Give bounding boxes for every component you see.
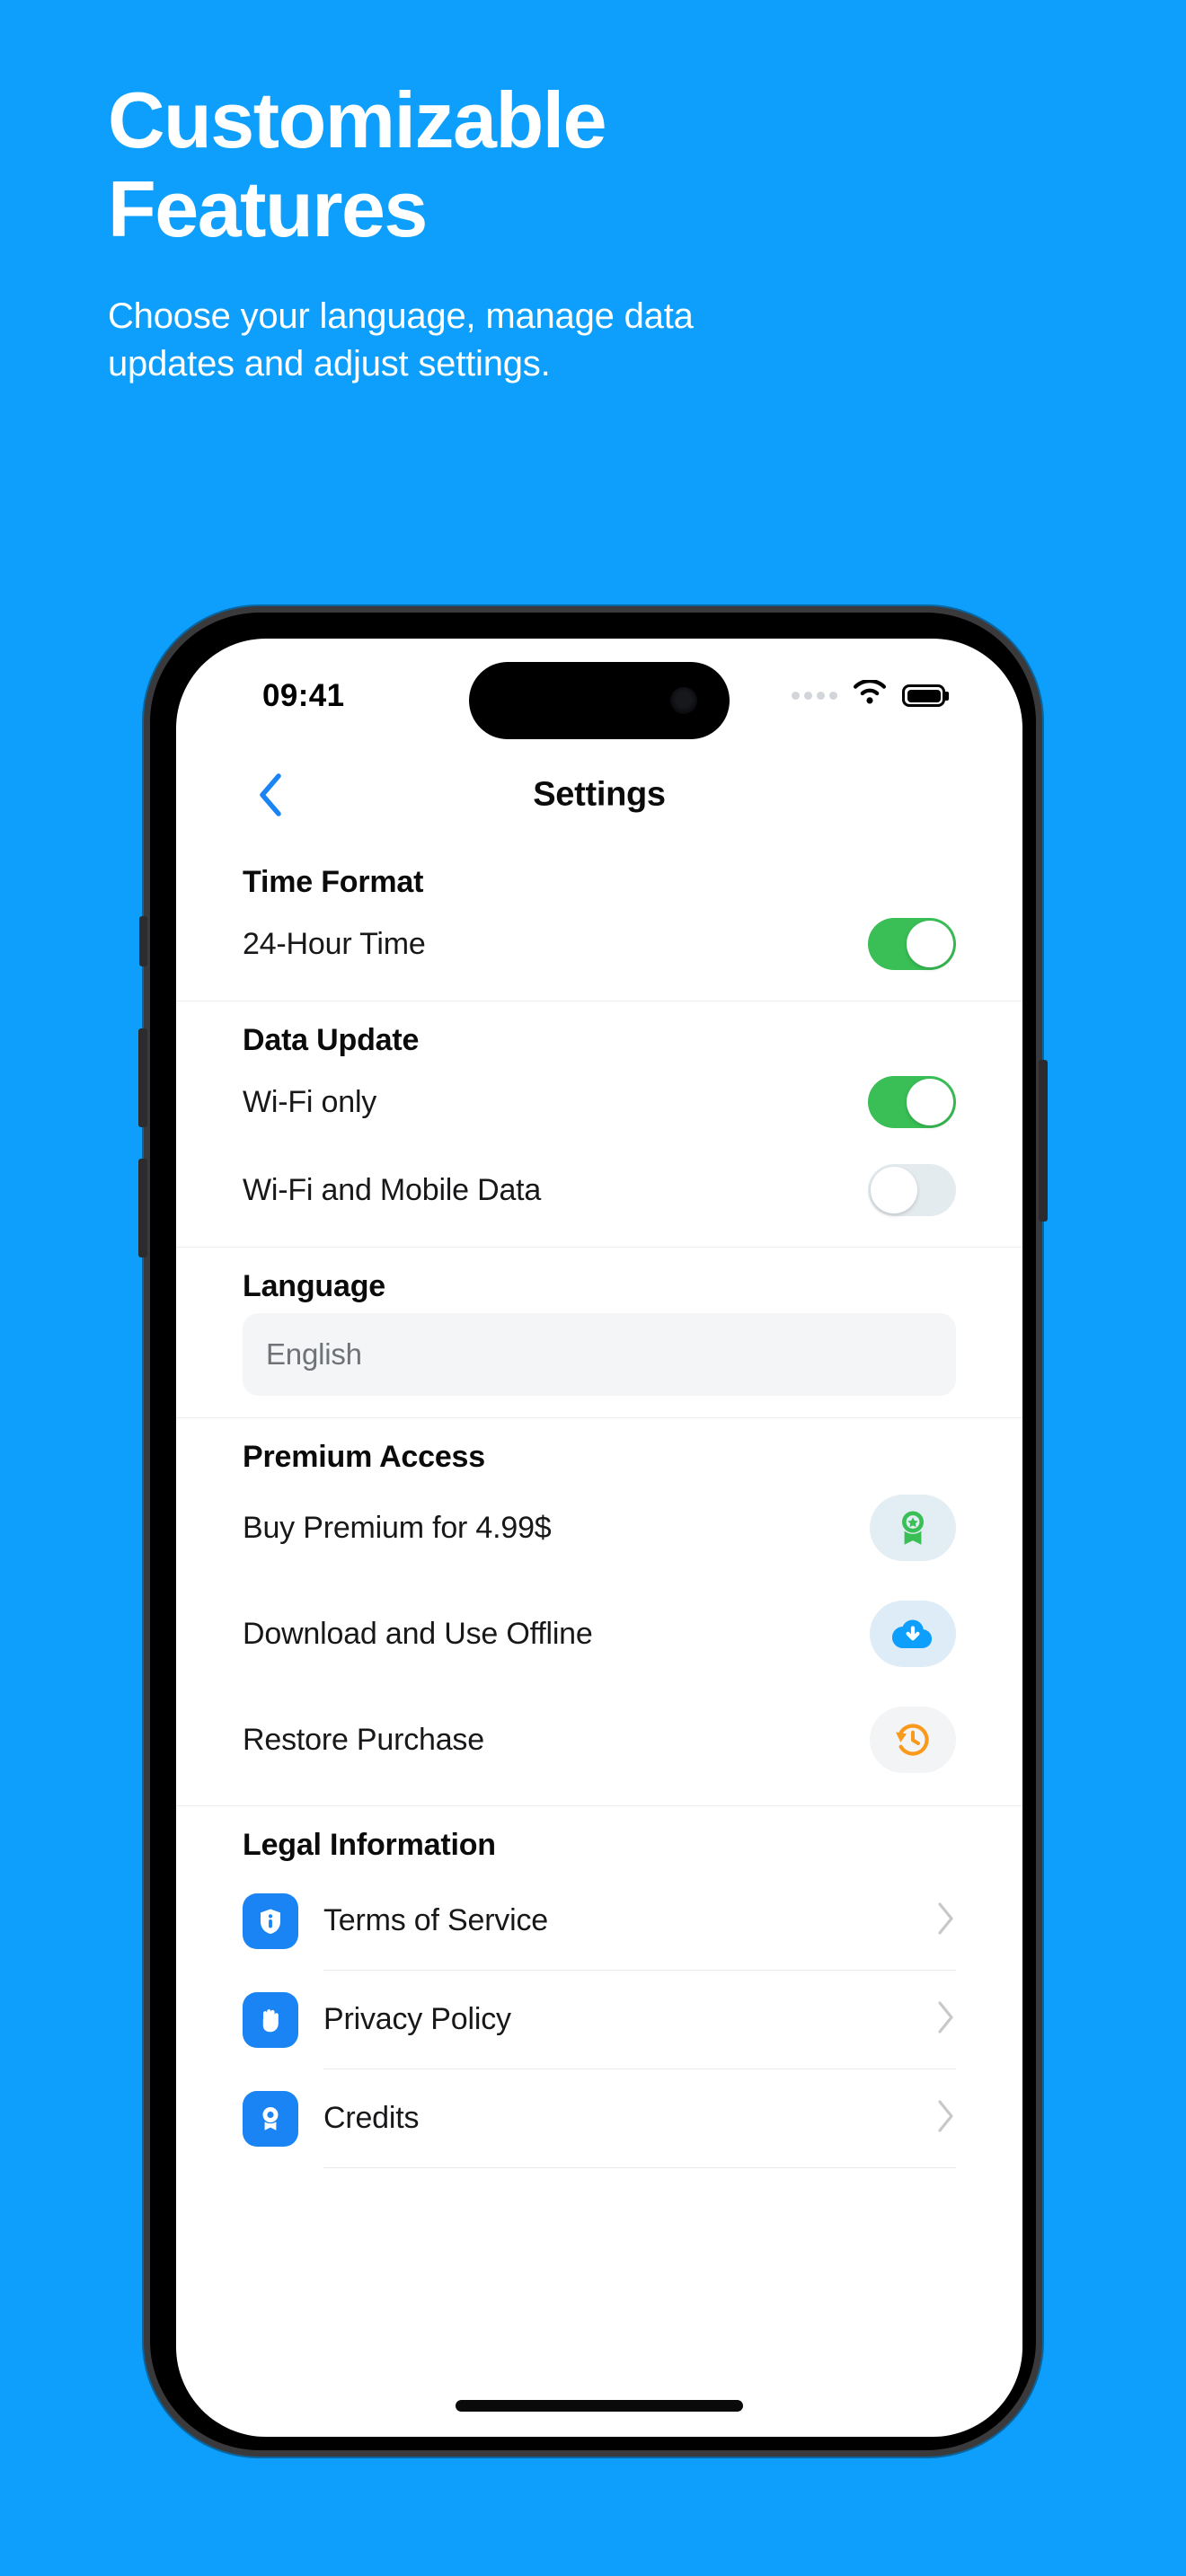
award-ribbon-icon — [243, 2091, 298, 2147]
silent-switch-button[interactable] — [139, 916, 147, 966]
toggle-knob — [907, 921, 953, 967]
language-value: English — [266, 1337, 362, 1371]
section-title: Data Update — [243, 1023, 420, 1057]
volume-down-button[interactable] — [138, 1159, 147, 1257]
toggle-24-hour-time[interactable] — [868, 918, 956, 970]
medal-star-icon — [902, 1511, 924, 1545]
download-offline-button[interactable] — [870, 1601, 956, 1667]
row-restore-purchase[interactable]: Restore Purchase — [176, 1687, 1022, 1793]
page-title: Customizable Features — [108, 75, 607, 253]
section-title: Premium Access — [243, 1440, 485, 1474]
legal-row-body: Terms of Service — [323, 1872, 956, 1971]
settings-list: Time Format 24-Hour Time Data Update Wi-… — [176, 843, 1022, 2181]
row-credits[interactable]: Credits — [176, 2069, 1022, 2168]
row-label: 24-Hour Time — [243, 926, 426, 961]
row-wifi-only[interactable]: Wi-Fi only — [176, 1058, 1022, 1146]
phone-bezel: 09:41 Settings Time Format 24-Hour Time … — [150, 613, 1036, 2450]
cloud-download-icon — [892, 1619, 933, 1649]
legal-label: Privacy Policy — [323, 2002, 511, 2036]
hand-stop-icon — [243, 1992, 298, 2048]
legal-row-body: Credits — [323, 2069, 956, 2168]
section-legal-information: Legal Information Terms of Service Priva… — [176, 1806, 1022, 2181]
nav-title: Settings — [533, 775, 666, 814]
signal-dots-icon — [792, 692, 837, 700]
row-terms-of-service[interactable]: Terms of Service — [176, 1872, 1022, 1971]
row-buy-premium[interactable]: Buy Premium for 4.99$ — [176, 1475, 1022, 1581]
clock-restore-icon — [896, 1724, 929, 1756]
status-bar-time: 09:41 — [262, 678, 345, 713]
phone-frame: 09:41 Settings Time Format 24-Hour Time … — [138, 606, 1048, 2457]
row-privacy-policy[interactable]: Privacy Policy — [176, 1971, 1022, 2069]
toggle-knob — [871, 1167, 917, 1213]
row-label: Wi-Fi only — [243, 1084, 377, 1119]
phone-screen: 09:41 Settings Time Format 24-Hour Time … — [176, 639, 1022, 2437]
row-download-offline[interactable]: Download and Use Offline — [176, 1581, 1022, 1687]
front-camera-icon — [670, 687, 697, 714]
buy-premium-button[interactable] — [870, 1495, 956, 1561]
shield-info-icon — [243, 1893, 298, 1949]
wifi-icon — [851, 678, 889, 711]
status-bar: 09:41 — [176, 639, 1022, 746]
section-language: Language English — [176, 1248, 1022, 1418]
volume-up-button[interactable] — [138, 1028, 147, 1127]
toggle-wifi-and-mobile-data[interactable] — [868, 1164, 956, 1216]
toggle-wifi-only[interactable] — [868, 1076, 956, 1128]
status-bar-indicators — [792, 678, 945, 711]
chevron-right-icon[interactable] — [936, 2099, 956, 2138]
row-label: Buy Premium for 4.99$ — [243, 1510, 552, 1545]
section-title: Legal Information — [243, 1828, 496, 1862]
toggle-knob — [907, 1079, 953, 1125]
restore-purchase-button[interactable] — [870, 1707, 956, 1773]
row-24-hour-time[interactable]: 24-Hour Time — [176, 900, 1022, 988]
phone-mockup: 09:41 Settings Time Format 24-Hour Time … — [138, 606, 1048, 2457]
legal-row-body: Privacy Policy — [323, 1971, 956, 2069]
chevron-right-icon[interactable] — [936, 1901, 956, 1940]
section-time-format: Time Format 24-Hour Time — [176, 843, 1022, 1001]
row-wifi-and-mobile-data[interactable]: Wi-Fi and Mobile Data — [176, 1146, 1022, 1234]
home-indicator[interactable] — [456, 2400, 743, 2412]
row-label: Restore Purchase — [243, 1722, 484, 1757]
row-label: Wi-Fi and Mobile Data — [243, 1172, 542, 1207]
dynamic-island — [469, 662, 730, 739]
nav-bar: Settings — [176, 746, 1022, 843]
page-subtitle: Choose your language, manage data update… — [108, 296, 694, 384]
chevron-right-icon[interactable] — [936, 2000, 956, 2039]
section-premium-access: Premium Access Buy Premium for 4.99$ Dow… — [176, 1418, 1022, 1806]
battery-icon — [902, 684, 945, 707]
section-title: Time Format — [243, 865, 424, 899]
legal-label: Terms of Service — [323, 1903, 548, 1937]
power-button[interactable] — [1039, 1060, 1048, 1222]
legal-label: Credits — [323, 2101, 420, 2135]
promo-header: Customizable Features Choose your langua… — [108, 75, 1006, 388]
section-data-update: Data Update Wi-Fi only Wi-Fi and Mobile … — [176, 1001, 1022, 1248]
section-title: Language — [243, 1269, 385, 1303]
language-select[interactable]: English — [243, 1313, 956, 1396]
row-label: Download and Use Offline — [243, 1616, 593, 1651]
